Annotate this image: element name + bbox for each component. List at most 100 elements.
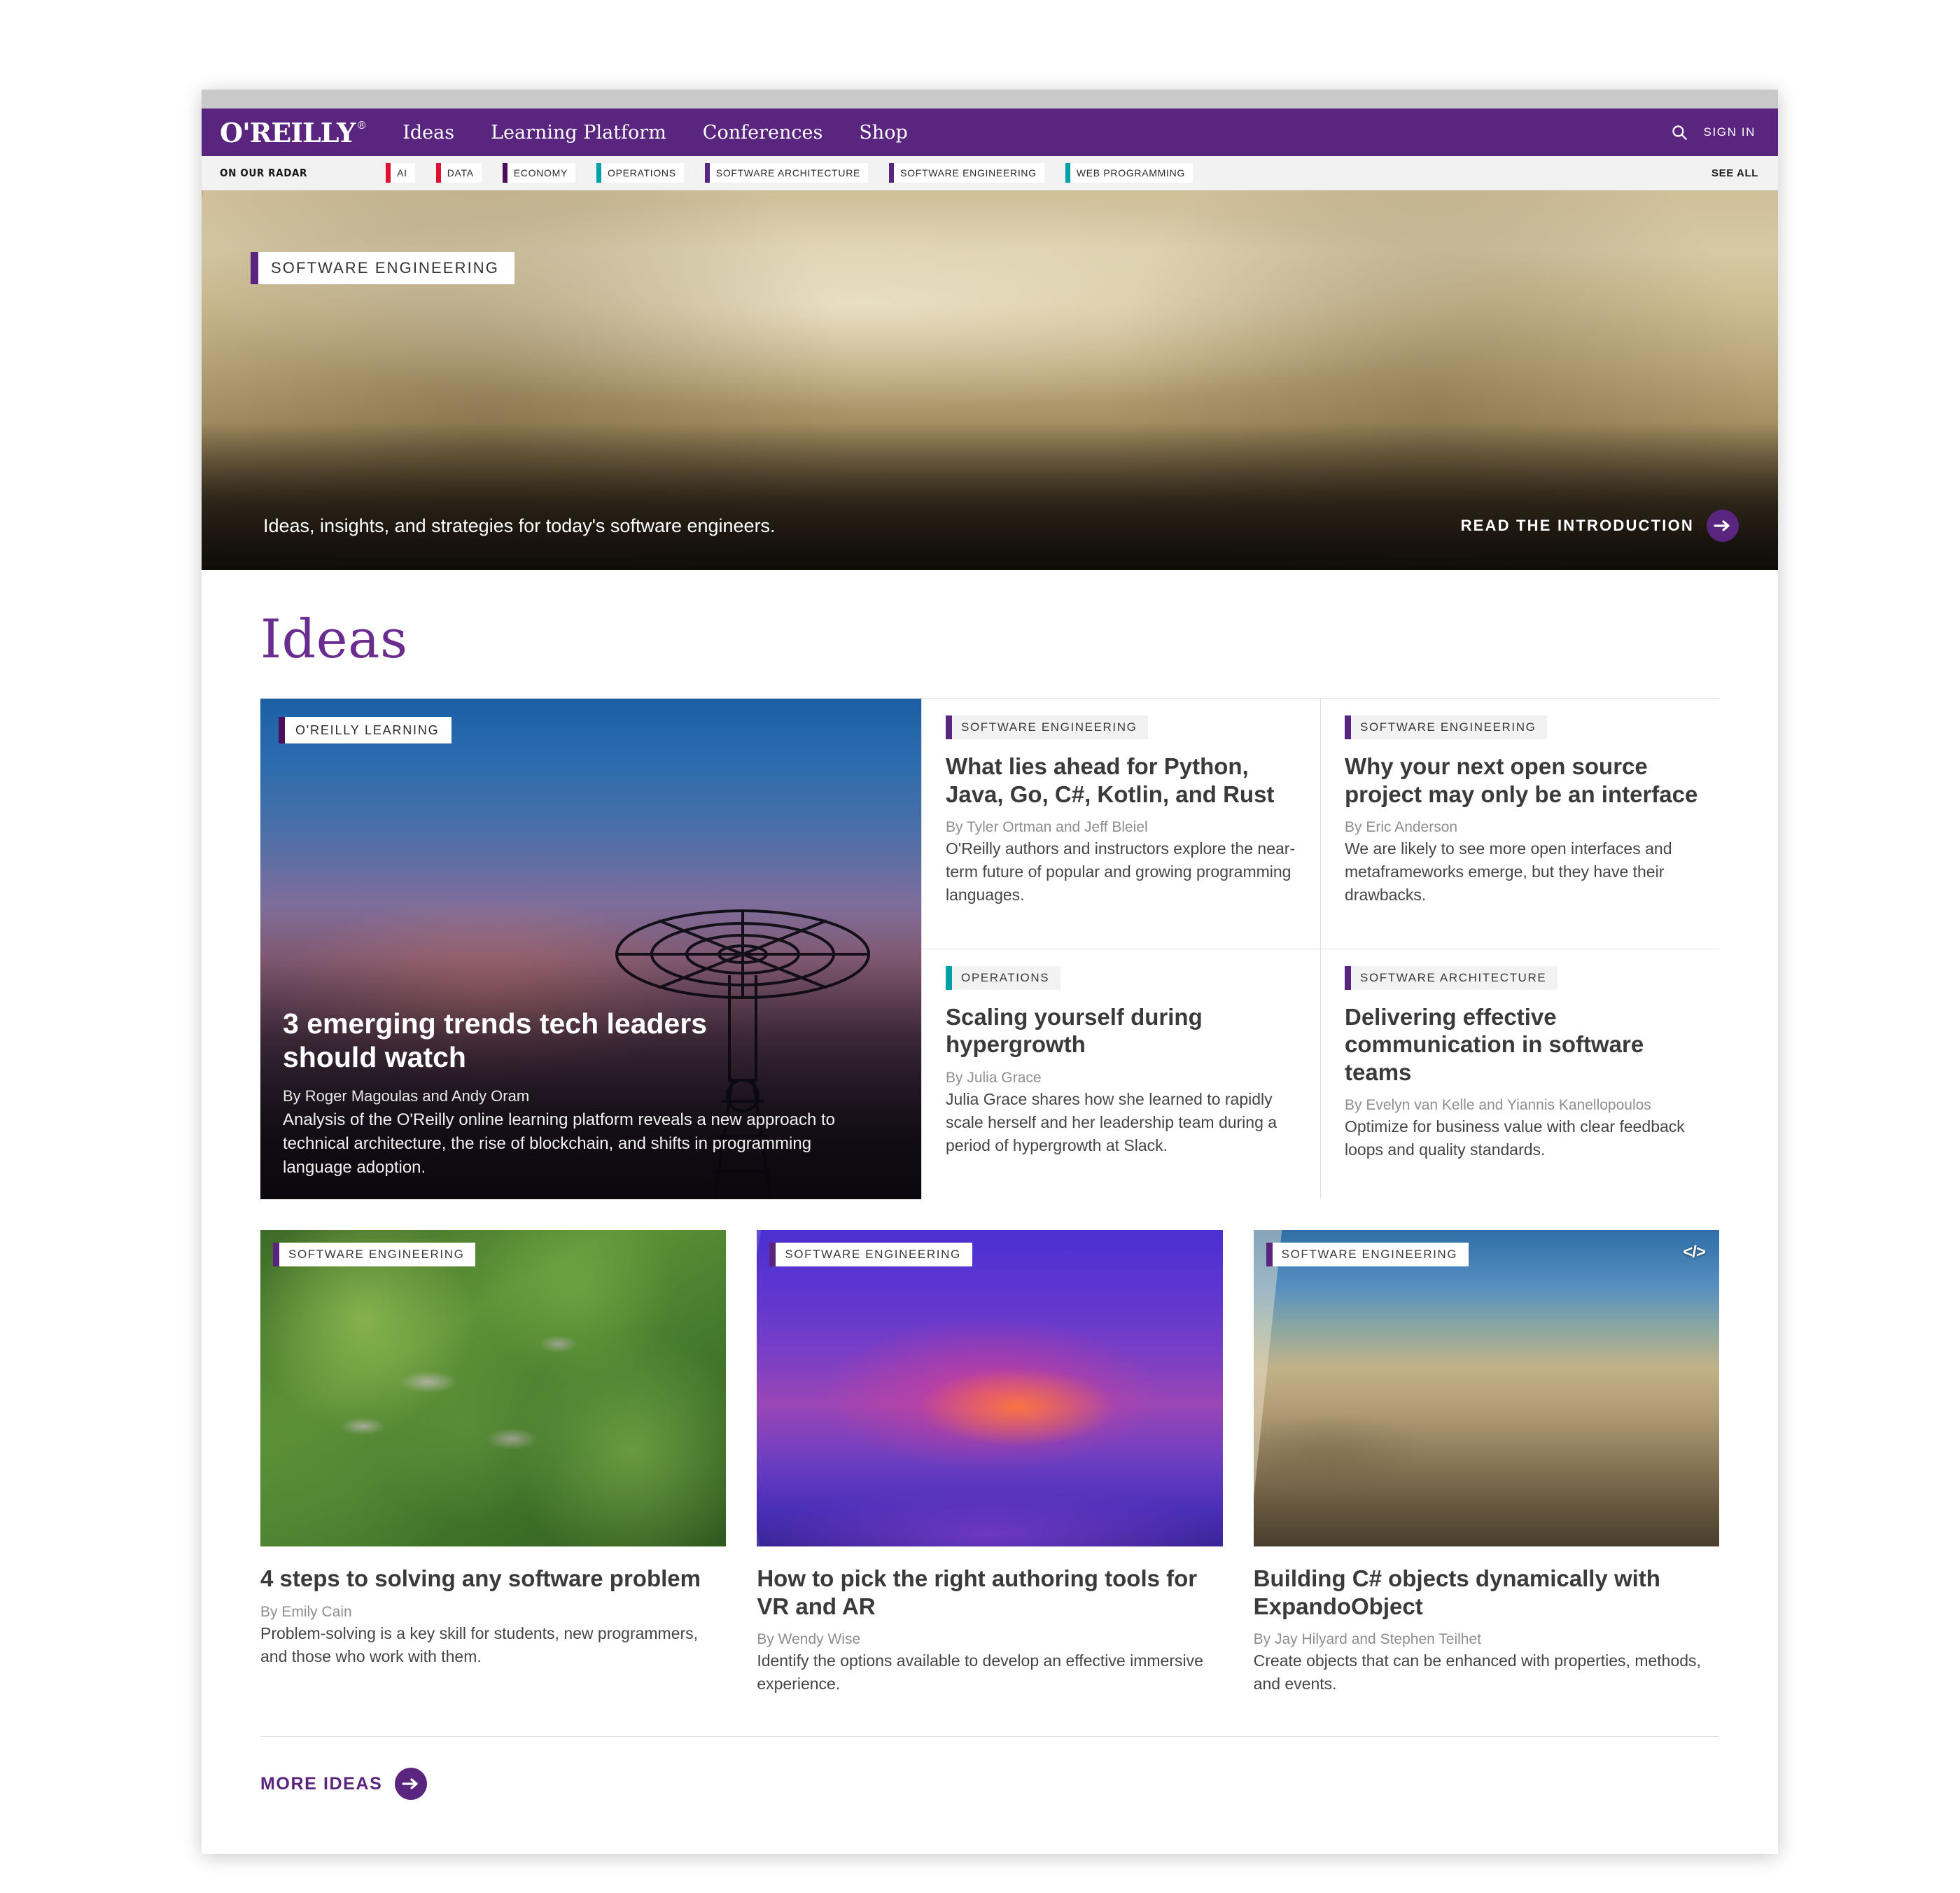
dam-construction-photo	[1253, 1230, 1719, 1546]
radar-tag-web-programming[interactable]: WEB PROGRAMMING	[1065, 163, 1193, 183]
article-category-label: SOFTWARE ARCHITECTURE	[1360, 970, 1547, 984]
radar-tag-label: AI	[397, 167, 407, 179]
tag-color-bar	[1345, 965, 1351, 990]
radar-tag-label: DATA	[447, 167, 474, 179]
article-card-open-source-interface[interactable]: SOFTWARE ENGINEERING Why your next open …	[1320, 699, 1719, 949]
featured-section: O'REILLY LEARNING 3 emerging trends tech…	[260, 698, 1719, 1199]
article-category-label: SOFTWARE ENGINEERING	[1360, 720, 1536, 734]
main-content: Ideas O'REILLY LEARNING 3 emerging trend…	[202, 570, 1778, 1842]
featured-card-title: 3 emerging trends tech leaders should wa…	[283, 1007, 708, 1073]
nav-item-conferences[interactable]: Conferences	[699, 119, 827, 146]
article-card-image: SOFTWARE ENGINEERING	[757, 1230, 1223, 1546]
radar-tag-data[interactable]: DATA	[435, 163, 482, 183]
hero-banner: SOFTWARE ENGINEERING Ideas, insights, an…	[202, 190, 1778, 570]
tag-color-bar	[386, 163, 391, 183]
tag-color-bar	[596, 163, 602, 183]
article-card-scaling-hypergrowth[interactable]: OPERATIONS Scaling yourself during hyper…	[921, 949, 1320, 1199]
article-card-vr-ar-tools[interactable]: SOFTWARE ENGINEERING How to pick the rig…	[757, 1230, 1223, 1696]
article-category-tag[interactable]: SOFTWARE ARCHITECTURE	[1345, 965, 1698, 993]
hero-gradient-overlay	[202, 423, 1778, 570]
radar-tag-software-engineering[interactable]: SOFTWARE ENGINEERING	[889, 163, 1044, 183]
featured-category-tag[interactable]: O'REILLY LEARNING	[279, 717, 452, 747]
radar-tag-software-architecture[interactable]: SOFTWARE ARCHITECTURE	[704, 163, 869, 183]
radar-tag-label: SOFTWARE ARCHITECTURE	[715, 167, 861, 179]
radar-tag-ai[interactable]: AI	[386, 163, 415, 183]
article-byline: By Tyler Ortman and Jeff Bleiel	[946, 819, 1148, 836]
article-description: Problem-solving is a key skill for stude…	[260, 1623, 699, 1665]
nav-links: Ideas Learning Platform Conferences Shop	[398, 119, 912, 146]
article-title: Scaling yourself during hypergrowth	[946, 1003, 1203, 1058]
article-title: Why your next open source project may on…	[1345, 753, 1698, 807]
radar-tag-economy[interactable]: ECONOMY	[502, 163, 576, 183]
article-description: O'Reilly authors and instructors explore…	[946, 839, 1296, 904]
featured-article-card[interactable]: O'REILLY LEARNING 3 emerging trends tech…	[260, 699, 921, 1199]
hero-category-tag[interactable]: SOFTWARE ENGINEERING	[251, 252, 514, 288]
nav-item-learning-platform[interactable]: Learning Platform	[486, 119, 671, 146]
article-title: How to pick the right authoring tools fo…	[757, 1565, 1198, 1619]
sign-in-button[interactable]: SIGN IN	[1704, 125, 1756, 139]
article-byline: By Wendy Wise	[757, 1631, 861, 1648]
article-title: What lies ahead for Python, Java, Go, C#…	[946, 753, 1275, 807]
article-category-label: OPERATIONS	[961, 970, 1050, 984]
featured-category-label: O'REILLY LEARNING	[295, 722, 440, 737]
brand-text: O'REILLY	[220, 116, 356, 148]
tag-color-bar	[889, 163, 895, 183]
article-card-image: SOFTWARE ENGINEERING	[260, 1230, 727, 1546]
featured-card-body: 3 emerging trends tech leaders should wa…	[283, 1007, 897, 1180]
code-icon: </>	[1683, 1243, 1706, 1262]
tag-color-bar	[502, 163, 507, 183]
browser-chrome-bar	[202, 90, 1778, 109]
page-title: Ideas	[260, 608, 408, 670]
nav-item-ideas[interactable]: Ideas	[398, 119, 458, 146]
radar-tag-label: OPERATIONS	[608, 167, 676, 179]
article-category-tag[interactable]: SOFTWARE ENGINEERING	[946, 715, 1299, 743]
secondary-articles-grid: SOFTWARE ENGINEERING What lies ahead for…	[921, 699, 1719, 1199]
tag-color-bar	[1065, 163, 1070, 183]
read-introduction-button[interactable]: READ THE INTRODUCTION	[1461, 510, 1739, 542]
tag-color-bar	[273, 1243, 279, 1266]
search-icon[interactable]	[1670, 123, 1688, 141]
page-root: O'REILLY ® Ideas Learning Platform Confer…	[0, 0, 1960, 1893]
arrow-right-icon	[395, 1768, 428, 1801]
article-cards-row: SOFTWARE ENGINEERING 4 steps to solving …	[260, 1199, 1719, 1696]
article-description: We are likely to see more open interface…	[1345, 839, 1672, 904]
more-ideas-section: MORE IDEAS	[260, 1736, 1719, 1842]
browser-window: O'REILLY ® Ideas Learning Platform Confer…	[202, 90, 1778, 1854]
article-category-tag[interactable]: SOFTWARE ENGINEERING	[1345, 715, 1698, 743]
article-category-tag[interactable]: SOFTWARE ENGINEERING	[273, 1243, 476, 1270]
article-byline: By Emily Cain	[260, 1603, 352, 1620]
article-category-tag[interactable]: SOFTWARE ENGINEERING	[1266, 1243, 1469, 1270]
nav-item-shop[interactable]: Shop	[855, 119, 911, 146]
article-category-tag[interactable]: SOFTWARE ENGINEERING	[769, 1243, 972, 1270]
vr-corridor-photo	[757, 1230, 1223, 1546]
radar-label: ON OUR RADAR	[220, 167, 308, 179]
article-title: Delivering effective communication in so…	[1345, 1003, 1644, 1085]
tag-color-bar	[704, 163, 710, 183]
article-card-python-java-go[interactable]: SOFTWARE ENGINEERING What lies ahead for…	[921, 699, 1320, 949]
oreilly-logo[interactable]: O'REILLY ®	[220, 116, 367, 148]
tag-color-bar	[1266, 1243, 1273, 1266]
on-our-radar-bar: ON OUR RADAR AI DATA ECONOMY OPERATIONS	[202, 156, 1778, 190]
article-category-label: SOFTWARE ENGINEERING	[961, 720, 1138, 734]
article-card-csharp-expandoobject[interactable]: SOFTWARE ENGINEERING </> Building C# obj…	[1253, 1230, 1719, 1696]
hero-category-label: SOFTWARE ENGINEERING	[271, 259, 499, 277]
tag-color-bar	[1345, 715, 1351, 739]
registered-mark-icon: ®	[356, 118, 367, 132]
article-category-tag[interactable]: OPERATIONS	[946, 965, 1299, 993]
featured-card-byline: By Roger Magoulas and Andy Oram	[283, 1087, 530, 1105]
article-description: Julia Grace shares how she learned to ra…	[946, 1089, 1278, 1154]
tag-color-bar	[435, 163, 441, 183]
article-card-effective-communication[interactable]: SOFTWARE ARCHITECTURE Delivering effecti…	[1320, 949, 1719, 1199]
article-byline: By Evelyn van Kelle and Yiannis Kanellop…	[1345, 1097, 1651, 1114]
nav-right-group: SIGN IN	[1670, 123, 1756, 141]
more-ideas-button[interactable]: MORE IDEAS	[260, 1768, 428, 1801]
see-all-link[interactable]: SEE ALL	[1712, 167, 1758, 179]
article-byline: By Jay Hilyard and Stephen Teilhet	[1253, 1631, 1481, 1648]
top-navigation: O'REILLY ® Ideas Learning Platform Confer…	[202, 109, 1778, 156]
article-category-label: SOFTWARE ENGINEERING	[1281, 1248, 1458, 1261]
radar-tag-operations[interactable]: OPERATIONS	[596, 163, 684, 183]
tag-color-bar	[279, 717, 285, 743]
tag-color-bar	[946, 715, 952, 739]
article-card-4-steps[interactable]: SOFTWARE ENGINEERING 4 steps to solving …	[260, 1230, 727, 1696]
article-byline: By Eric Anderson	[1345, 819, 1458, 836]
